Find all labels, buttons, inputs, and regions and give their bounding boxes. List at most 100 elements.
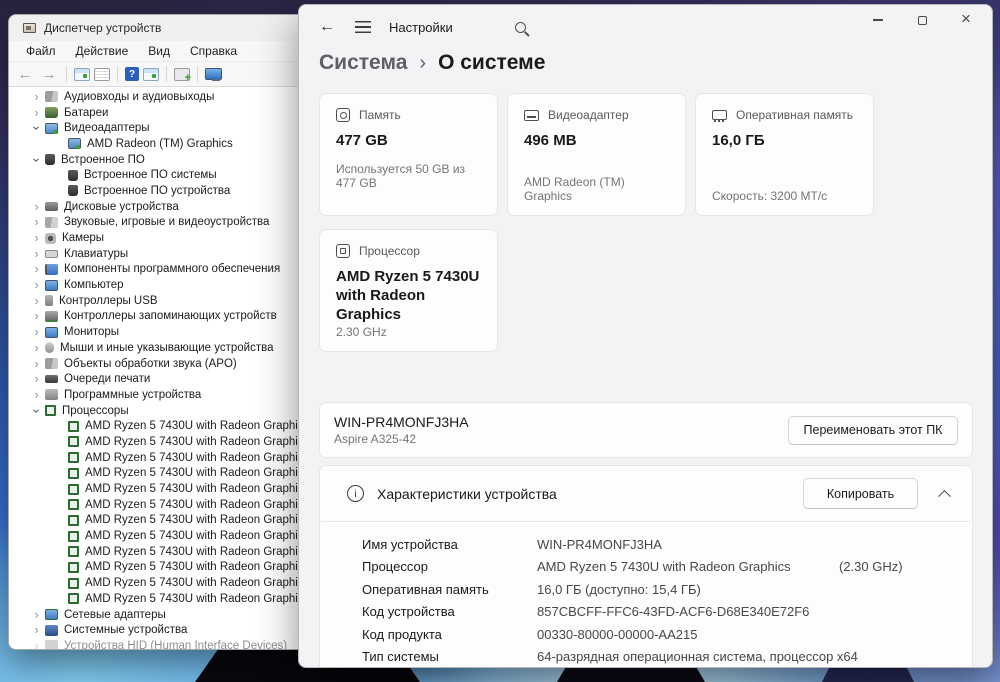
tree-item-label: AMD Ryzen 5 7430U with Radeon Graphics (85, 592, 310, 605)
copy-button[interactable]: Копировать (803, 478, 918, 509)
device-name-card: WIN-PR4MONFJ3HA Aspire A325-42 Переимено… (319, 402, 973, 458)
rename-pc-button[interactable]: Переименовать этот ПК (788, 415, 958, 445)
tree-item-label: Программные устройства (64, 388, 202, 401)
chevron-right-icon[interactable] (28, 639, 45, 649)
chevron-right-icon[interactable] (28, 325, 45, 339)
device-specs-card: Характеристики устройства Копировать Имя… (319, 465, 973, 667)
cpu-icon (68, 514, 79, 526)
card-value: AMD Ryzen 5 7430U with Radeon Graphics (336, 268, 480, 323)
back-icon[interactable] (319, 18, 349, 36)
help-icon[interactable] (125, 67, 139, 81)
tree-item-label: Встроенное ПО устройства (84, 184, 231, 197)
tree-item-label: Камеры (62, 232, 105, 245)
maximize-button[interactable] (900, 5, 944, 35)
cpu-icon (68, 483, 79, 495)
scan-hardware-icon[interactable] (174, 67, 191, 84)
chevron-up-icon[interactable] (938, 489, 951, 503)
spec-value: 857CBCFF-FFC6-43FD-ACF6-D68E340E72F6 (537, 604, 810, 620)
chevron-right-icon[interactable] (28, 262, 45, 276)
card-value: 496 MB (524, 132, 577, 149)
chevron-right-icon[interactable] (28, 200, 45, 214)
settings-app-title: Настройки (389, 19, 453, 35)
processors-icon (45, 405, 56, 417)
tree-item-label: Встроенное ПО (61, 153, 145, 166)
pc-model: Aspire A325-42 (334, 432, 417, 446)
cpu-icon (68, 530, 79, 542)
show-properties-icon[interactable] (74, 67, 90, 81)
close-button[interactable] (944, 5, 988, 35)
card-value: 16,0 ГБ (712, 132, 765, 149)
menu-item-file[interactable]: Файл (17, 42, 65, 60)
show-list-icon[interactable] (94, 67, 110, 81)
menu-item-help[interactable]: Справка (181, 42, 246, 60)
tree-item-label: Звуковые, игровые и видеоустройства (64, 216, 270, 229)
audio-endpoints-icon (45, 91, 58, 103)
chevron-right-icon[interactable] (28, 106, 45, 120)
chevron-right-icon[interactable] (28, 247, 45, 261)
spec-value: AMD Ryzen 5 7430U with Radeon Graphics (537, 559, 791, 575)
remote-desktop-icon[interactable] (205, 68, 222, 81)
cpu-icon (68, 420, 79, 432)
minimize-button[interactable] (856, 5, 900, 35)
tree-item-label: Объекты обработки звука (APO) (64, 357, 237, 370)
chevron-right-icon[interactable] (28, 90, 45, 104)
card-label: Процессор (359, 244, 420, 258)
cpu-icon (68, 467, 79, 479)
tree-item-label: AMD Ryzen 5 7430U with Radeon Graphics (85, 514, 310, 527)
chevron-down-icon[interactable] (30, 402, 44, 419)
sound-devices-icon (45, 216, 58, 228)
tree-item-label: AMD Ryzen 5 7430U with Radeon Graphics (85, 561, 310, 574)
specs-title: Характеристики устройства (377, 485, 557, 502)
spec-row: Код устройства 857CBCFF-FFC6-43FD-ACF6-D6… (362, 601, 972, 624)
print-queues-icon (45, 375, 58, 384)
cpu-icon (68, 546, 79, 558)
tree-item-label: AMD Ryzen 5 7430U with Radeon Graphics (85, 577, 310, 590)
spec-row: Оперативная память 16,0 ГБ (доступно: 15,… (362, 578, 972, 601)
tree-item-label: AMD Ryzen 5 7430U with Radeon Graphics (85, 435, 310, 448)
forward-icon[interactable] (39, 64, 59, 84)
device-specs-header[interactable]: Характеристики устройства Копировать (320, 466, 972, 521)
hamburger-menu-icon[interactable] (355, 21, 371, 33)
tree-item-label: Мыши и иные указывающие устройства (60, 341, 274, 354)
firmware-icon (68, 169, 78, 181)
storage-card: Память 477 GB Используется 50 GB из 477 GB (319, 93, 498, 216)
summary-cards: Память 477 GB Используется 50 GB из 477 GB… (319, 93, 885, 352)
spec-row: Имя устройства WIN-PR4MONFJ3HA (362, 533, 972, 556)
chevron-right-icon[interactable] (28, 231, 45, 245)
tree-item-label: Очереди печати (64, 373, 151, 386)
chevron-right-icon[interactable] (28, 294, 45, 308)
chevron-right-icon[interactable] (28, 278, 45, 292)
tree-item-label: Компоненты программного обеспечения (64, 263, 281, 276)
chevron-right-icon[interactable] (28, 357, 45, 371)
chevron-right-icon[interactable] (28, 372, 45, 386)
card-header: Память (336, 108, 481, 122)
chevron-down-icon[interactable] (30, 151, 44, 168)
chevron-right-icon[interactable] (28, 215, 45, 229)
toolbar-separator (166, 66, 167, 82)
tree-item-label: Сетевые адаптеры (64, 608, 166, 621)
display-adapter-icon (68, 138, 81, 150)
hid-devices-icon (45, 640, 58, 649)
spec-row: Процессор AMD Ryzen 5 7430U with Radeon G… (362, 556, 972, 579)
device-name-block: WIN-PR4MONFJ3HA Aspire A325-42 (334, 414, 469, 446)
device-details-icon[interactable] (143, 67, 159, 81)
tree-item-label: Аудиовходы и аудиовыходы (64, 90, 215, 103)
chevron-right-icon[interactable] (28, 608, 45, 622)
breadcrumb-system[interactable]: Система (319, 51, 407, 75)
card-header: Видеоадаптер (524, 108, 669, 122)
card-label: Видеоадаптер (548, 108, 629, 122)
back-icon[interactable] (15, 64, 35, 84)
computer-icon (45, 279, 58, 291)
menu-item-action[interactable]: Действие (67, 42, 138, 60)
software-devices-icon (45, 389, 58, 401)
chevron-right-icon[interactable] (28, 341, 45, 355)
chevron-down-icon[interactable] (30, 120, 44, 137)
search-icon[interactable] (514, 21, 526, 33)
spec-label: Имя устройства (362, 536, 458, 552)
chevron-right-icon[interactable] (28, 309, 45, 323)
spec-value: 16,0 ГБ (доступно: 15,4 ГБ) (537, 581, 701, 597)
tree-item-label: AMD Ryzen 5 7430U with Radeon Graphics (85, 467, 310, 480)
chevron-right-icon[interactable] (28, 623, 45, 637)
chevron-right-icon[interactable] (28, 388, 45, 402)
menu-item-view[interactable]: Вид (139, 42, 179, 60)
